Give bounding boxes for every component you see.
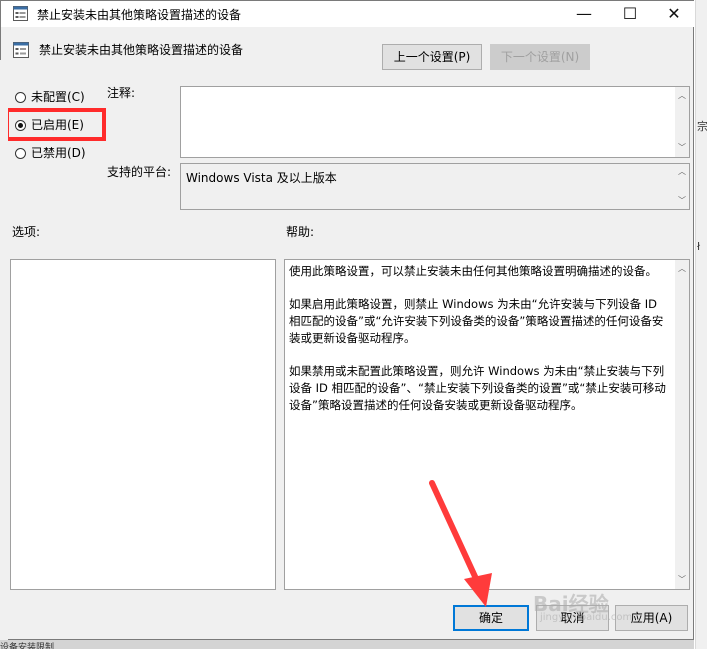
help-text: 使用此策略设置，可以禁止安装未由任何其他策略设置明确描述的设备。 如果启用此策略… [285, 260, 689, 414]
options-label: 选项: [12, 225, 41, 239]
platform-textbox: Windows Vista 及以上版本 ︿ ﹀ [180, 163, 690, 210]
radio-circle[interactable] [15, 92, 26, 103]
minimize-button[interactable]: — [561, 1, 607, 27]
platform-value: Windows Vista 及以上版本 [186, 171, 337, 185]
highlight-box [5, 108, 106, 141]
window-title: 禁止安装未由其他策略设置描述的设备 [37, 8, 242, 22]
platform-label: 支持的平台: [107, 165, 172, 179]
background-bottom-text: 设备安装限制 [0, 643, 55, 649]
scroll-down-icon[interactable]: ﹀ [675, 141, 689, 155]
comment-scrollbar[interactable]: ︿ ﹀ [675, 87, 689, 157]
scroll-down-icon[interactable]: ﹀ [675, 194, 689, 208]
policy-name: 禁止安装未由其他策略设置描述的设备 [39, 43, 244, 57]
comment-textbox[interactable]: ︿ ﹀ [180, 86, 690, 158]
maximize-button[interactable]: ☐ [607, 1, 653, 27]
next-setting-button[interactable]: 下一个设置(N) [490, 44, 590, 70]
scroll-down-icon[interactable]: ﹀ [675, 573, 689, 587]
ok-button[interactable]: 确定 [453, 605, 529, 631]
scroll-up-icon[interactable]: ︿ [675, 89, 689, 103]
platform-scrollbar[interactable]: ︿ ﹀ [675, 164, 689, 209]
help-paragraph: 如果禁用或未配置此策略设置，则允许 Windows 为未由“禁止安装与下列设备 … [289, 364, 666, 412]
options-panel [10, 259, 276, 590]
background-window-right-edge [695, 0, 707, 649]
policy-settings-icon [13, 6, 28, 21]
help-scrollbar[interactable]: ︿ ﹀ [675, 260, 689, 589]
close-button[interactable]: ✕ [651, 1, 697, 27]
help-paragraph: 如果启用此策略设置，则禁止 Windows 为未由“允许安装与下列设备 ID 相… [289, 297, 664, 345]
scroll-up-icon[interactable]: ︿ [675, 262, 689, 276]
background-window-left-edge [0, 60, 8, 649]
radio-not-configured[interactable]: 未配置(C) [15, 88, 85, 108]
title-bar: 禁止安装未由其他策略设置描述的设备 — ☐ ✕ [1, 1, 695, 27]
help-panel: 使用此策略设置，可以禁止安装未由任何其他策略设置明确描述的设备。 如果启用此策略… [284, 259, 690, 590]
cancel-button[interactable]: 取消 [536, 605, 609, 631]
scroll-up-icon[interactable]: ︿ [675, 165, 689, 179]
apply-button[interactable]: 应用(A) [615, 605, 688, 631]
radio-disabled[interactable]: 已禁用(D) [15, 144, 86, 164]
background-glyph: ł [697, 240, 701, 253]
help-paragraph: 使用此策略设置，可以禁止安装未由任何其他策略设置明确描述的设备。 [289, 264, 657, 278]
prev-setting-button[interactable]: 上一个设置(P) [382, 44, 482, 70]
radio-label: 未配置(C) [31, 90, 85, 104]
comment-label: 注释: [107, 86, 136, 100]
radio-label: 已禁用(D) [31, 146, 86, 160]
policy-dialog: 禁止安装未由其他策略设置描述的设备 — ☐ ✕ 禁止安装未由其他策略设置描述的设… [0, 0, 695, 640]
radio-circle[interactable] [15, 148, 26, 159]
help-label: 帮助: [286, 225, 315, 239]
background-glyph: 宗 [697, 120, 707, 133]
policy-settings-icon [13, 42, 29, 58]
